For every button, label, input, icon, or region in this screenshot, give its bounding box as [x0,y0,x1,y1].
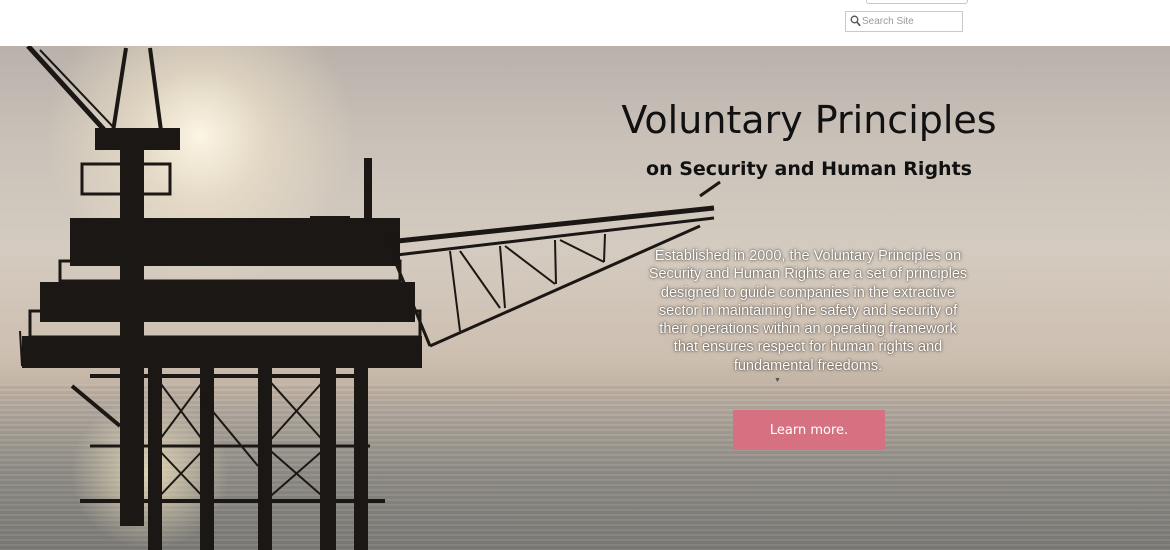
search-icon [850,15,861,27]
search-input[interactable] [862,13,960,30]
hero-subtitle: on Security and Human Rights [646,158,972,180]
site-header [0,0,1170,46]
header-tab-edge [866,0,968,4]
hero-title: Voluntary Principles [621,98,997,142]
hero-banner: Voluntary Principles on Security and Hum… [0,46,1170,550]
scroll-down-icon: ▼ [774,377,781,384]
search-box[interactable] [845,11,963,32]
learn-more-button[interactable]: Learn more. [733,410,885,450]
hero-description: Established in 2000, the Voluntary Princ… [648,248,968,374]
